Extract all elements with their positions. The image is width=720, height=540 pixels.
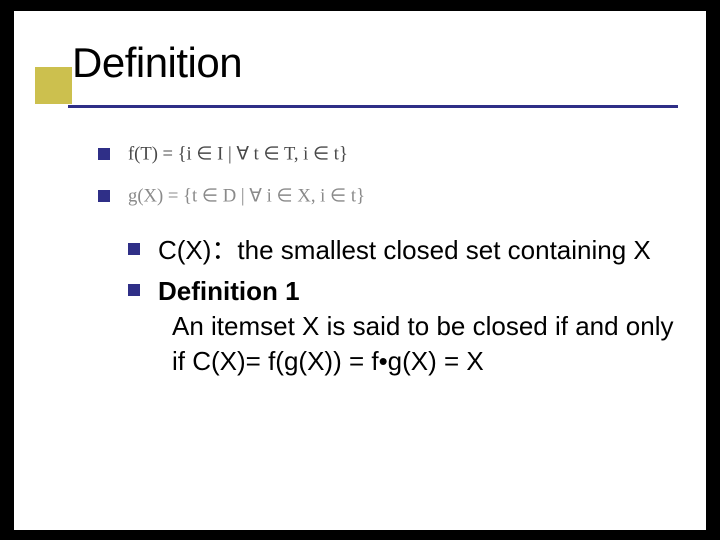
definition-body: An itemset X is said to be closed if and…	[158, 309, 686, 379]
formula-2: g(X) = {t ∈ D | ∀ i ∈ X, i ∈ t}	[128, 182, 458, 210]
title-underline	[68, 105, 678, 108]
formula-1: f(T) = {i ∈ I | ∀ t ∈ T, i ∈ t}	[128, 140, 428, 168]
definition-label: Definition 1	[158, 274, 686, 309]
bullet-row-4: Definition 1 An itemset X is said to be …	[128, 274, 686, 379]
bullet-icon	[128, 284, 140, 296]
title-area: Definition	[14, 11, 706, 93]
slide: Definition f(T) = {i ∈ I | ∀ t ∈ T, i ∈ …	[14, 11, 706, 530]
title-accent-square	[35, 67, 72, 104]
bullet-text-cx: C(X)：the smallest closed set containing …	[158, 233, 651, 268]
page-title: Definition	[72, 39, 706, 87]
svg-text:g(X) = {t ∈ D | ∀ i ∈ X, i ∈: g(X) = {t ∈ D | ∀ i ∈ X, i ∈ t}	[128, 186, 365, 207]
sub-bullets: C(X)：the smallest closed set containing …	[98, 233, 686, 379]
bullet-icon	[98, 190, 110, 202]
bullet-row-3: C(X)：the smallest closed set containing …	[128, 233, 686, 268]
bullet-icon	[98, 148, 110, 160]
bullet-row-1: f(T) = {i ∈ I | ∀ t ∈ T, i ∈ t}	[98, 135, 686, 173]
content-area: f(T) = {i ∈ I | ∀ t ∈ T, i ∈ t} g(X) = {…	[14, 93, 706, 379]
svg-text:f(T) = {i ∈ I | ∀ t ∈ T, i ∈ t: f(T) = {i ∈ I | ∀ t ∈ T, i ∈ t}	[128, 144, 348, 165]
bullet-row-2: g(X) = {t ∈ D | ∀ i ∈ X, i ∈ t}	[98, 177, 686, 215]
bullet-icon	[128, 243, 140, 255]
